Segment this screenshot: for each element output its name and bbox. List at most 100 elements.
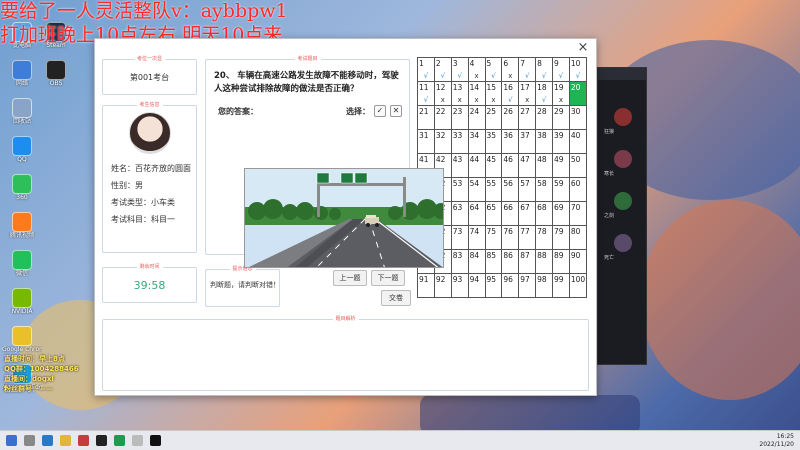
question-cell-56[interactable]: 56 (501, 177, 520, 202)
question-cell-70[interactable]: 70 (568, 201, 588, 226)
question-cell-40[interactable]: 40 (568, 129, 588, 154)
app-icon[interactable] (78, 435, 89, 446)
question-cell-30[interactable]: 30 (568, 105, 588, 130)
question-cell-12[interactable]: 12 x (433, 81, 452, 106)
edge-icon[interactable] (42, 435, 53, 446)
answer-wrong-button[interactable]: ✕ (390, 105, 402, 117)
question-cell-46[interactable]: 46 (501, 153, 520, 178)
close-icon[interactable]: × (576, 41, 590, 55)
question-cell-5[interactable]: 5 √ (484, 57, 503, 82)
question-cell-75[interactable]: 75 (484, 225, 503, 250)
question-cell-27[interactable]: 27 (518, 105, 537, 130)
question-cell-83[interactable]: 83 (450, 249, 469, 274)
question-cell-29[interactable]: 29 (552, 105, 570, 130)
question-cell-77[interactable]: 77 (518, 225, 537, 250)
desktop-icon[interactable]: 360 (2, 174, 42, 212)
question-cell-8[interactable]: 8 √ (535, 57, 553, 82)
desktop-icon[interactable]: 回收站 (2, 98, 42, 136)
question-cell-55[interactable]: 55 (484, 177, 503, 202)
question-cell-58[interactable]: 58 (535, 177, 553, 202)
question-cell-86[interactable]: 86 (501, 249, 520, 274)
question-cell-57[interactable]: 57 (518, 177, 537, 202)
question-cell-93[interactable]: 93 (450, 273, 469, 298)
app-icon[interactable] (132, 435, 143, 446)
question-cell-18[interactable]: 18 √ (535, 81, 553, 106)
question-cell-21[interactable]: 21 (417, 105, 435, 130)
question-cell-84[interactable]: 84 (467, 249, 486, 274)
next-question-button[interactable]: 下一题 (371, 270, 405, 286)
desktop-icon[interactable]: 微信 (2, 250, 42, 288)
question-cell-36[interactable]: 36 (501, 129, 520, 154)
question-cell-67[interactable]: 67 (518, 201, 537, 226)
champion-portrait[interactable] (614, 234, 632, 252)
question-cell-50[interactable]: 50 (568, 153, 588, 178)
question-cell-49[interactable]: 49 (552, 153, 570, 178)
obs-icon[interactable] (96, 435, 107, 446)
question-cell-23[interactable]: 23 (450, 105, 469, 130)
question-cell-2[interactable]: 2 √ (433, 57, 452, 82)
clock[interactable]: 16:25 2022/11/20 (759, 433, 794, 449)
question-cell-88[interactable]: 88 (535, 249, 553, 274)
question-cell-44[interactable]: 44 (467, 153, 486, 178)
question-cell-25[interactable]: 25 (484, 105, 503, 130)
question-cell-60[interactable]: 60 (568, 177, 588, 202)
question-cell-24[interactable]: 24 (467, 105, 486, 130)
question-cell-3[interactable]: 3 √ (450, 57, 469, 82)
question-cell-94[interactable]: 94 (467, 273, 486, 298)
question-cell-89[interactable]: 89 (552, 249, 570, 274)
question-cell-80[interactable]: 80 (568, 225, 588, 250)
question-cell-26[interactable]: 26 (501, 105, 520, 130)
question-cell-37[interactable]: 37 (518, 129, 537, 154)
question-cell-16[interactable]: 16 √ (501, 81, 520, 106)
question-cell-35[interactable]: 35 (484, 129, 503, 154)
start-icon[interactable] (6, 435, 17, 446)
question-cell-9[interactable]: 9 √ (552, 57, 570, 82)
question-cell-64[interactable]: 64 (467, 201, 486, 226)
question-cell-43[interactable]: 43 (450, 153, 469, 178)
question-cell-10[interactable]: 10 √ (568, 57, 588, 82)
question-cell-87[interactable]: 87 (518, 249, 537, 274)
desktop-icon[interactable]: OBS (36, 60, 76, 98)
question-cell-97[interactable]: 97 (518, 273, 537, 298)
question-cell-66[interactable]: 66 (501, 201, 520, 226)
question-cell-47[interactable]: 47 (518, 153, 537, 178)
question-cell-74[interactable]: 74 (467, 225, 486, 250)
question-cell-39[interactable]: 39 (552, 129, 570, 154)
question-cell-100[interactable]: 100 (568, 273, 588, 298)
question-cell-53[interactable]: 53 (450, 177, 469, 202)
question-cell-85[interactable]: 85 (484, 249, 503, 274)
question-cell-78[interactable]: 78 (535, 225, 553, 250)
question-cell-69[interactable]: 69 (552, 201, 570, 226)
game-client-window[interactable]: 狂狼 寒长 之剑 死亡 (597, 67, 647, 365)
question-cell-59[interactable]: 59 (552, 177, 570, 202)
champion-portrait[interactable] (614, 108, 632, 126)
question-cell-13[interactable]: 13 x (450, 81, 469, 106)
question-cell-11[interactable]: 11 √ (417, 81, 435, 106)
question-cell-76[interactable]: 76 (501, 225, 520, 250)
question-cell-20[interactable]: 20 (568, 81, 588, 106)
search-icon[interactable] (24, 435, 35, 446)
desktop-icon[interactable]: QQ (2, 136, 42, 174)
folder-icon[interactable] (60, 435, 71, 446)
question-cell-1[interactable]: 1 √ (417, 57, 435, 82)
question-cell-4[interactable]: 4x (467, 57, 486, 82)
question-cell-17[interactable]: 17 x (518, 81, 537, 106)
question-cell-33[interactable]: 33 (450, 129, 469, 154)
question-cell-68[interactable]: 68 (535, 201, 553, 226)
question-cell-92[interactable]: 92 (433, 273, 452, 298)
question-cell-99[interactable]: 99 (552, 273, 570, 298)
prev-question-button[interactable]: 上一题 (333, 270, 367, 286)
question-cell-65[interactable]: 65 (484, 201, 503, 226)
desktop-icon[interactable]: 腾讯视频 (2, 212, 42, 250)
question-cell-54[interactable]: 54 (467, 177, 486, 202)
submit-button[interactable]: 交卷 (381, 290, 411, 306)
question-cell-28[interactable]: 28 (535, 105, 553, 130)
question-cell-22[interactable]: 22 (433, 105, 452, 130)
champion-portrait[interactable] (614, 150, 632, 168)
question-cell-63[interactable]: 63 (450, 201, 469, 226)
question-cell-96[interactable]: 96 (501, 273, 520, 298)
question-cell-73[interactable]: 73 (450, 225, 469, 250)
question-cell-32[interactable]: 32 (433, 129, 452, 154)
question-cell-48[interactable]: 48 (535, 153, 553, 178)
question-cell-91[interactable]: 91 (417, 273, 435, 298)
